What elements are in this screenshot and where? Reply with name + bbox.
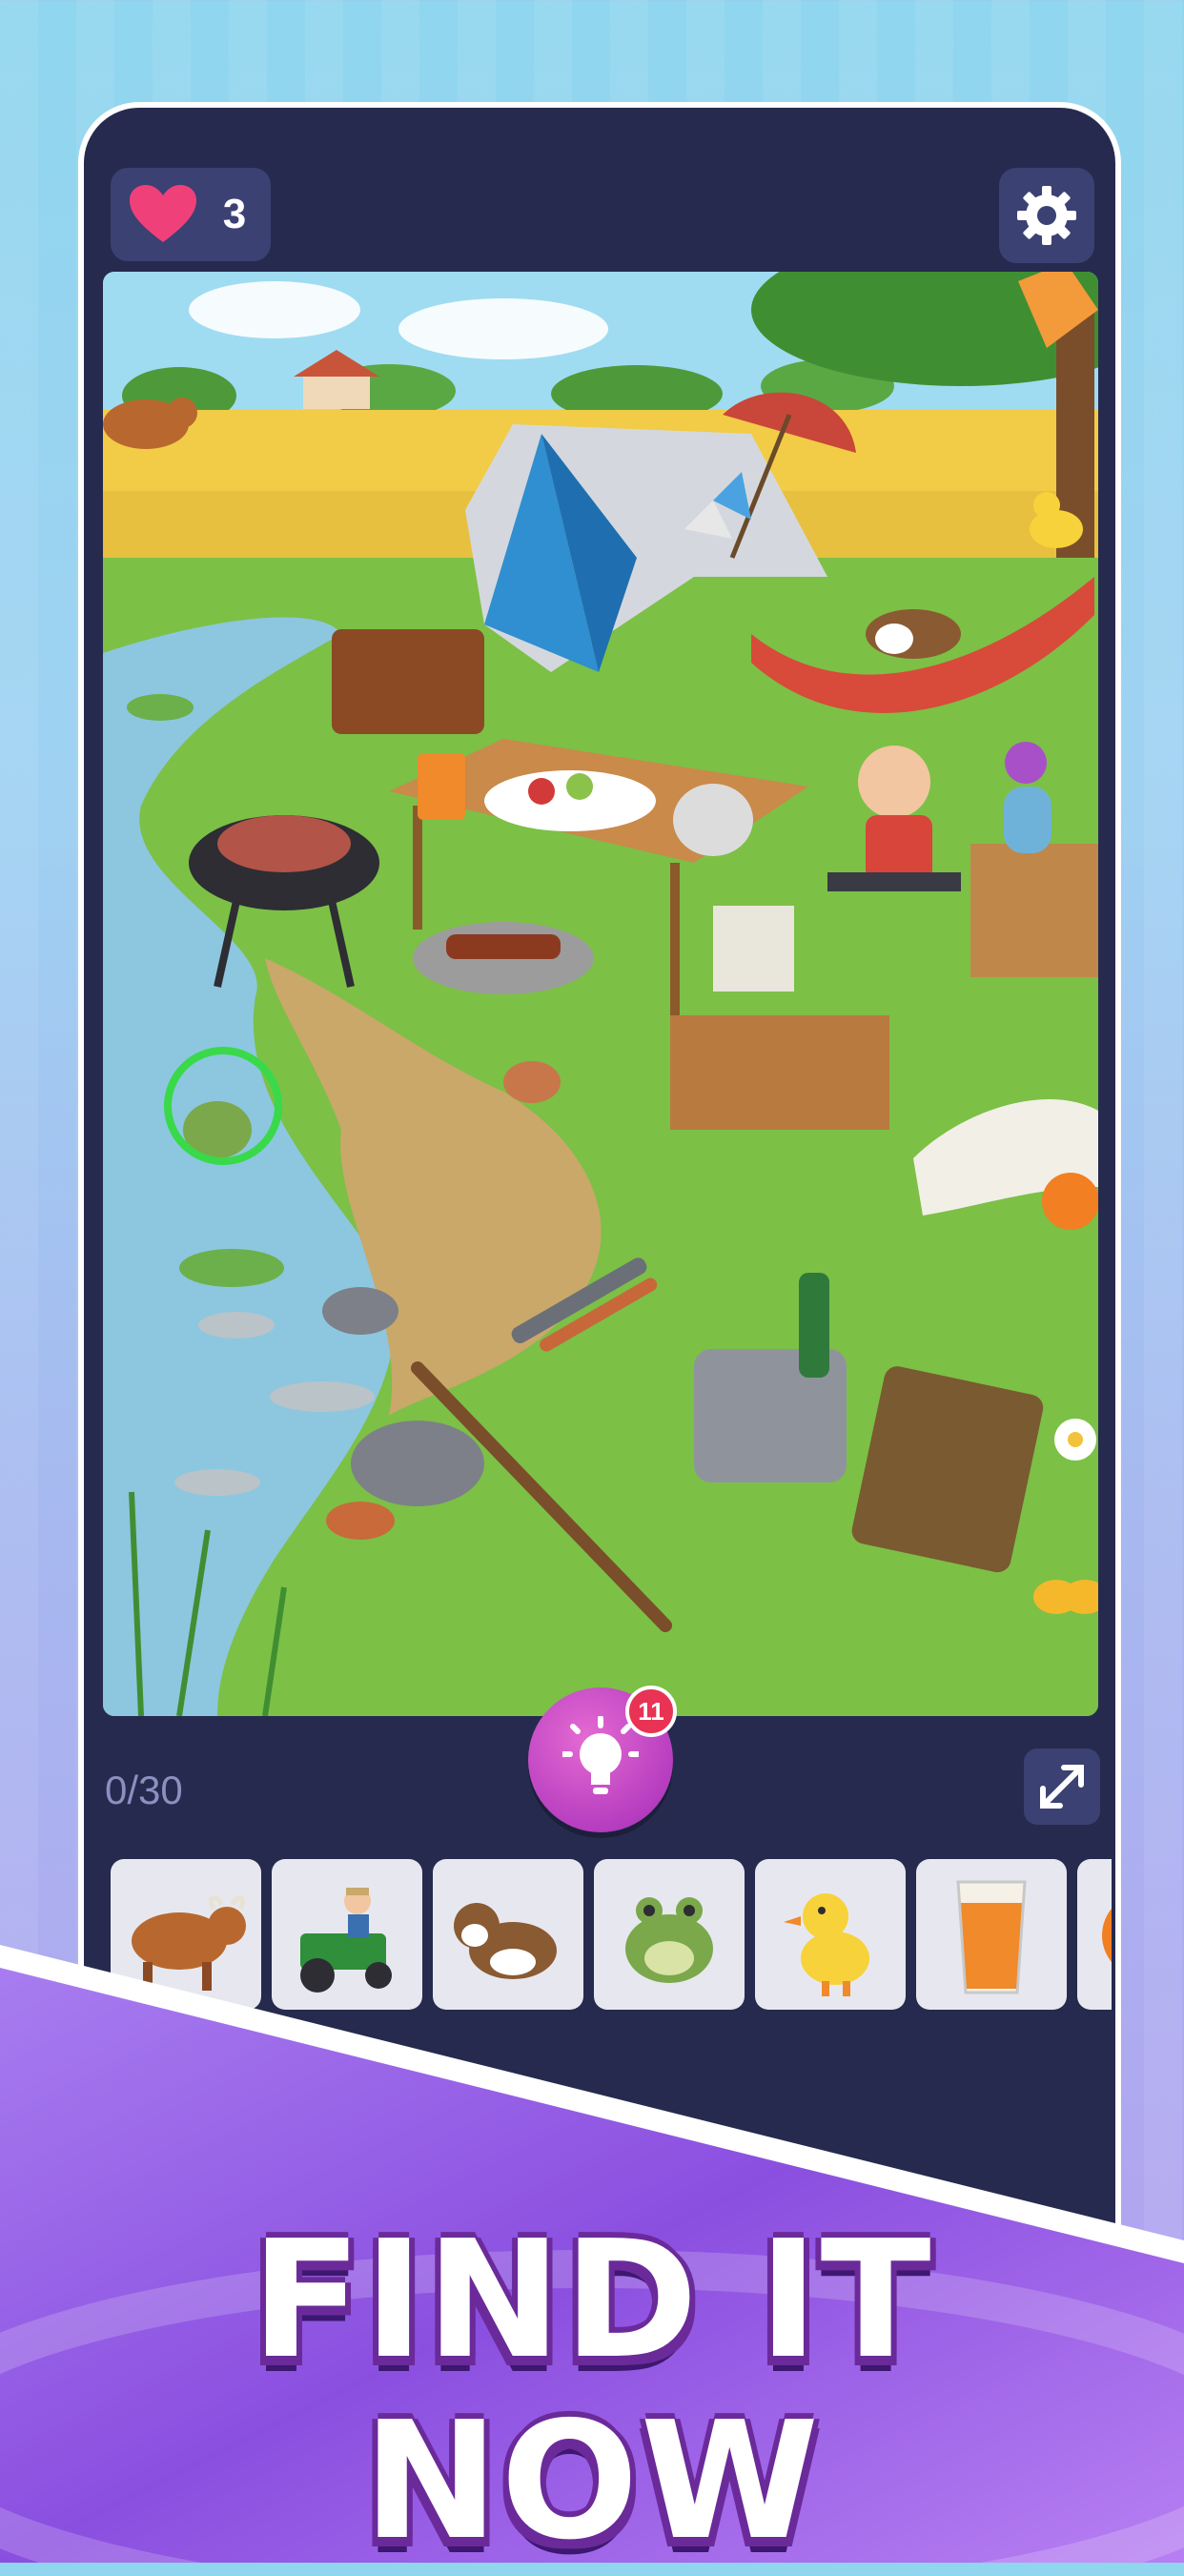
found-progress: 0/30 bbox=[105, 1768, 183, 1812]
rock bbox=[351, 1421, 484, 1506]
settings-button[interactable] bbox=[999, 168, 1094, 263]
item-tile-dog[interactable] bbox=[433, 1859, 583, 2010]
heart-icon bbox=[130, 185, 196, 242]
expand-icon bbox=[1040, 1765, 1084, 1809]
teapot bbox=[673, 784, 753, 856]
item-tile-orange[interactable] bbox=[1077, 1859, 1112, 2010]
rock bbox=[322, 1287, 398, 1335]
bull-icon bbox=[132, 1895, 246, 1991]
dog-icon bbox=[454, 1903, 557, 1979]
hidden-object-scene[interactable] bbox=[103, 272, 1098, 1716]
items-to-find-tray bbox=[109, 1859, 1112, 2012]
newspaper bbox=[713, 906, 794, 992]
fish bbox=[198, 1312, 275, 1339]
picnic-basket bbox=[332, 629, 484, 734]
orange-icon bbox=[1102, 1909, 1112, 1962]
item-tile-frog[interactable] bbox=[594, 1859, 745, 2010]
item-tile-farmer-tractor[interactable] bbox=[272, 1859, 422, 2010]
campfire bbox=[413, 922, 594, 994]
tree-trunk bbox=[1056, 310, 1094, 596]
side-table bbox=[970, 844, 1098, 977]
cloud bbox=[398, 298, 608, 359]
butterfly bbox=[1033, 1580, 1098, 1614]
fish bbox=[270, 1381, 375, 1412]
shell bbox=[503, 1061, 561, 1103]
orange-juice-icon bbox=[956, 1880, 1027, 1994]
wooden-crate bbox=[670, 1015, 889, 1130]
lives-count: 3 bbox=[222, 191, 247, 237]
item-tile-orange-juice[interactable] bbox=[916, 1859, 1067, 2010]
juice-glass bbox=[418, 753, 465, 820]
dog bbox=[866, 609, 961, 659]
lightbulb-icon bbox=[562, 1716, 639, 1794]
crab bbox=[326, 1502, 395, 1540]
fish bbox=[174, 1469, 260, 1496]
hint-count-badge: 11 bbox=[625, 1686, 677, 1737]
cloud bbox=[189, 281, 360, 338]
promo-title: FIND IT NOW bbox=[251, 2206, 933, 2576]
flower-vase bbox=[1004, 742, 1051, 853]
lily-pad bbox=[179, 1249, 284, 1287]
farmer-tractor-icon bbox=[300, 1888, 392, 1993]
frog-icon bbox=[625, 1897, 713, 1983]
lives-counter: 3 bbox=[111, 168, 271, 261]
duck-icon bbox=[784, 1893, 869, 1996]
lily-pad bbox=[127, 694, 194, 721]
orange bbox=[1042, 1173, 1098, 1230]
item-tile-duck[interactable] bbox=[755, 1859, 906, 2010]
gear-icon bbox=[1017, 186, 1076, 245]
item-tile-bull[interactable] bbox=[111, 1859, 261, 2010]
expand-button[interactable] bbox=[1024, 1748, 1100, 1825]
